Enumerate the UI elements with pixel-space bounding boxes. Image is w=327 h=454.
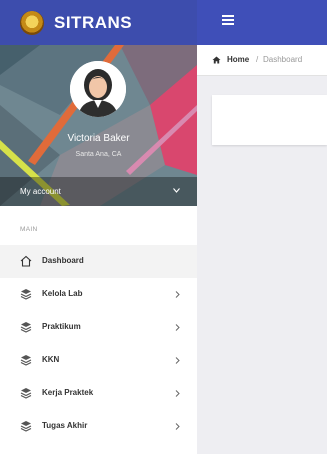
sidebar-item-kkn[interactable]: KKN <box>0 344 197 377</box>
breadcrumb-separator: / <box>256 55 259 64</box>
user-profile-panel: Victoria Baker Santa Ana, CA My account <box>0 45 197 206</box>
sidebar-item-label: Dashboard <box>42 256 84 265</box>
my-account-label: My account <box>20 187 61 196</box>
brand[interactable]: SITRANS <box>0 0 197 45</box>
user-location: Santa Ana, CA <box>75 151 122 158</box>
chevron-down-icon <box>173 188 180 193</box>
layers-icon <box>20 322 32 333</box>
sidebar-item-label: KKN <box>42 355 60 364</box>
sitrans-logo-icon <box>20 10 44 35</box>
breadcrumb-home-link[interactable]: Home <box>227 55 249 64</box>
layers-icon <box>20 289 32 300</box>
top-navbar: SITRANS <box>0 0 327 45</box>
home-icon <box>212 56 221 64</box>
layers-icon <box>20 388 32 399</box>
layers-icon <box>20 355 32 366</box>
chevron-right-icon <box>175 423 180 430</box>
home-icon <box>20 255 32 267</box>
avatar[interactable] <box>70 61 126 117</box>
sidebar-item-label: Kerja Praktek <box>42 388 94 397</box>
chevron-right-icon <box>175 390 180 397</box>
sidebar-item-tugas-akhir[interactable]: Tugas Akhir <box>0 410 197 443</box>
chevron-right-icon <box>175 291 180 298</box>
my-account-toggle[interactable]: My account <box>0 177 197 206</box>
brand-name: SITRANS <box>54 12 133 32</box>
content-card <box>212 95 327 145</box>
breadcrumb-current: Dashboard <box>263 55 303 64</box>
sidebar-item-dashboard[interactable]: Dashboard <box>0 245 197 278</box>
sidebar-item-label: Kelola Lab <box>42 289 83 298</box>
chevron-right-icon <box>175 324 180 331</box>
sidebar-item-label: Praktikum <box>42 322 81 331</box>
sidebar-item-label: Tugas Akhir <box>42 421 88 430</box>
nav-section-label: MAIN <box>20 226 38 233</box>
user-name: Victoria Baker <box>67 133 130 144</box>
sidebar: Victoria Baker Santa Ana, CA My account … <box>0 45 197 454</box>
chevron-right-icon <box>175 357 180 364</box>
hamburger-menu-icon[interactable] <box>222 14 234 26</box>
sidebar-item-praktikum[interactable]: Praktikum <box>0 311 197 344</box>
breadcrumb: Home / Dashboard <box>197 45 327 76</box>
layers-icon <box>20 421 32 432</box>
sidebar-item-kerja-praktek[interactable]: Kerja Praktek <box>0 377 197 410</box>
sidebar-item-kelola-lab[interactable]: Kelola Lab <box>0 278 197 311</box>
